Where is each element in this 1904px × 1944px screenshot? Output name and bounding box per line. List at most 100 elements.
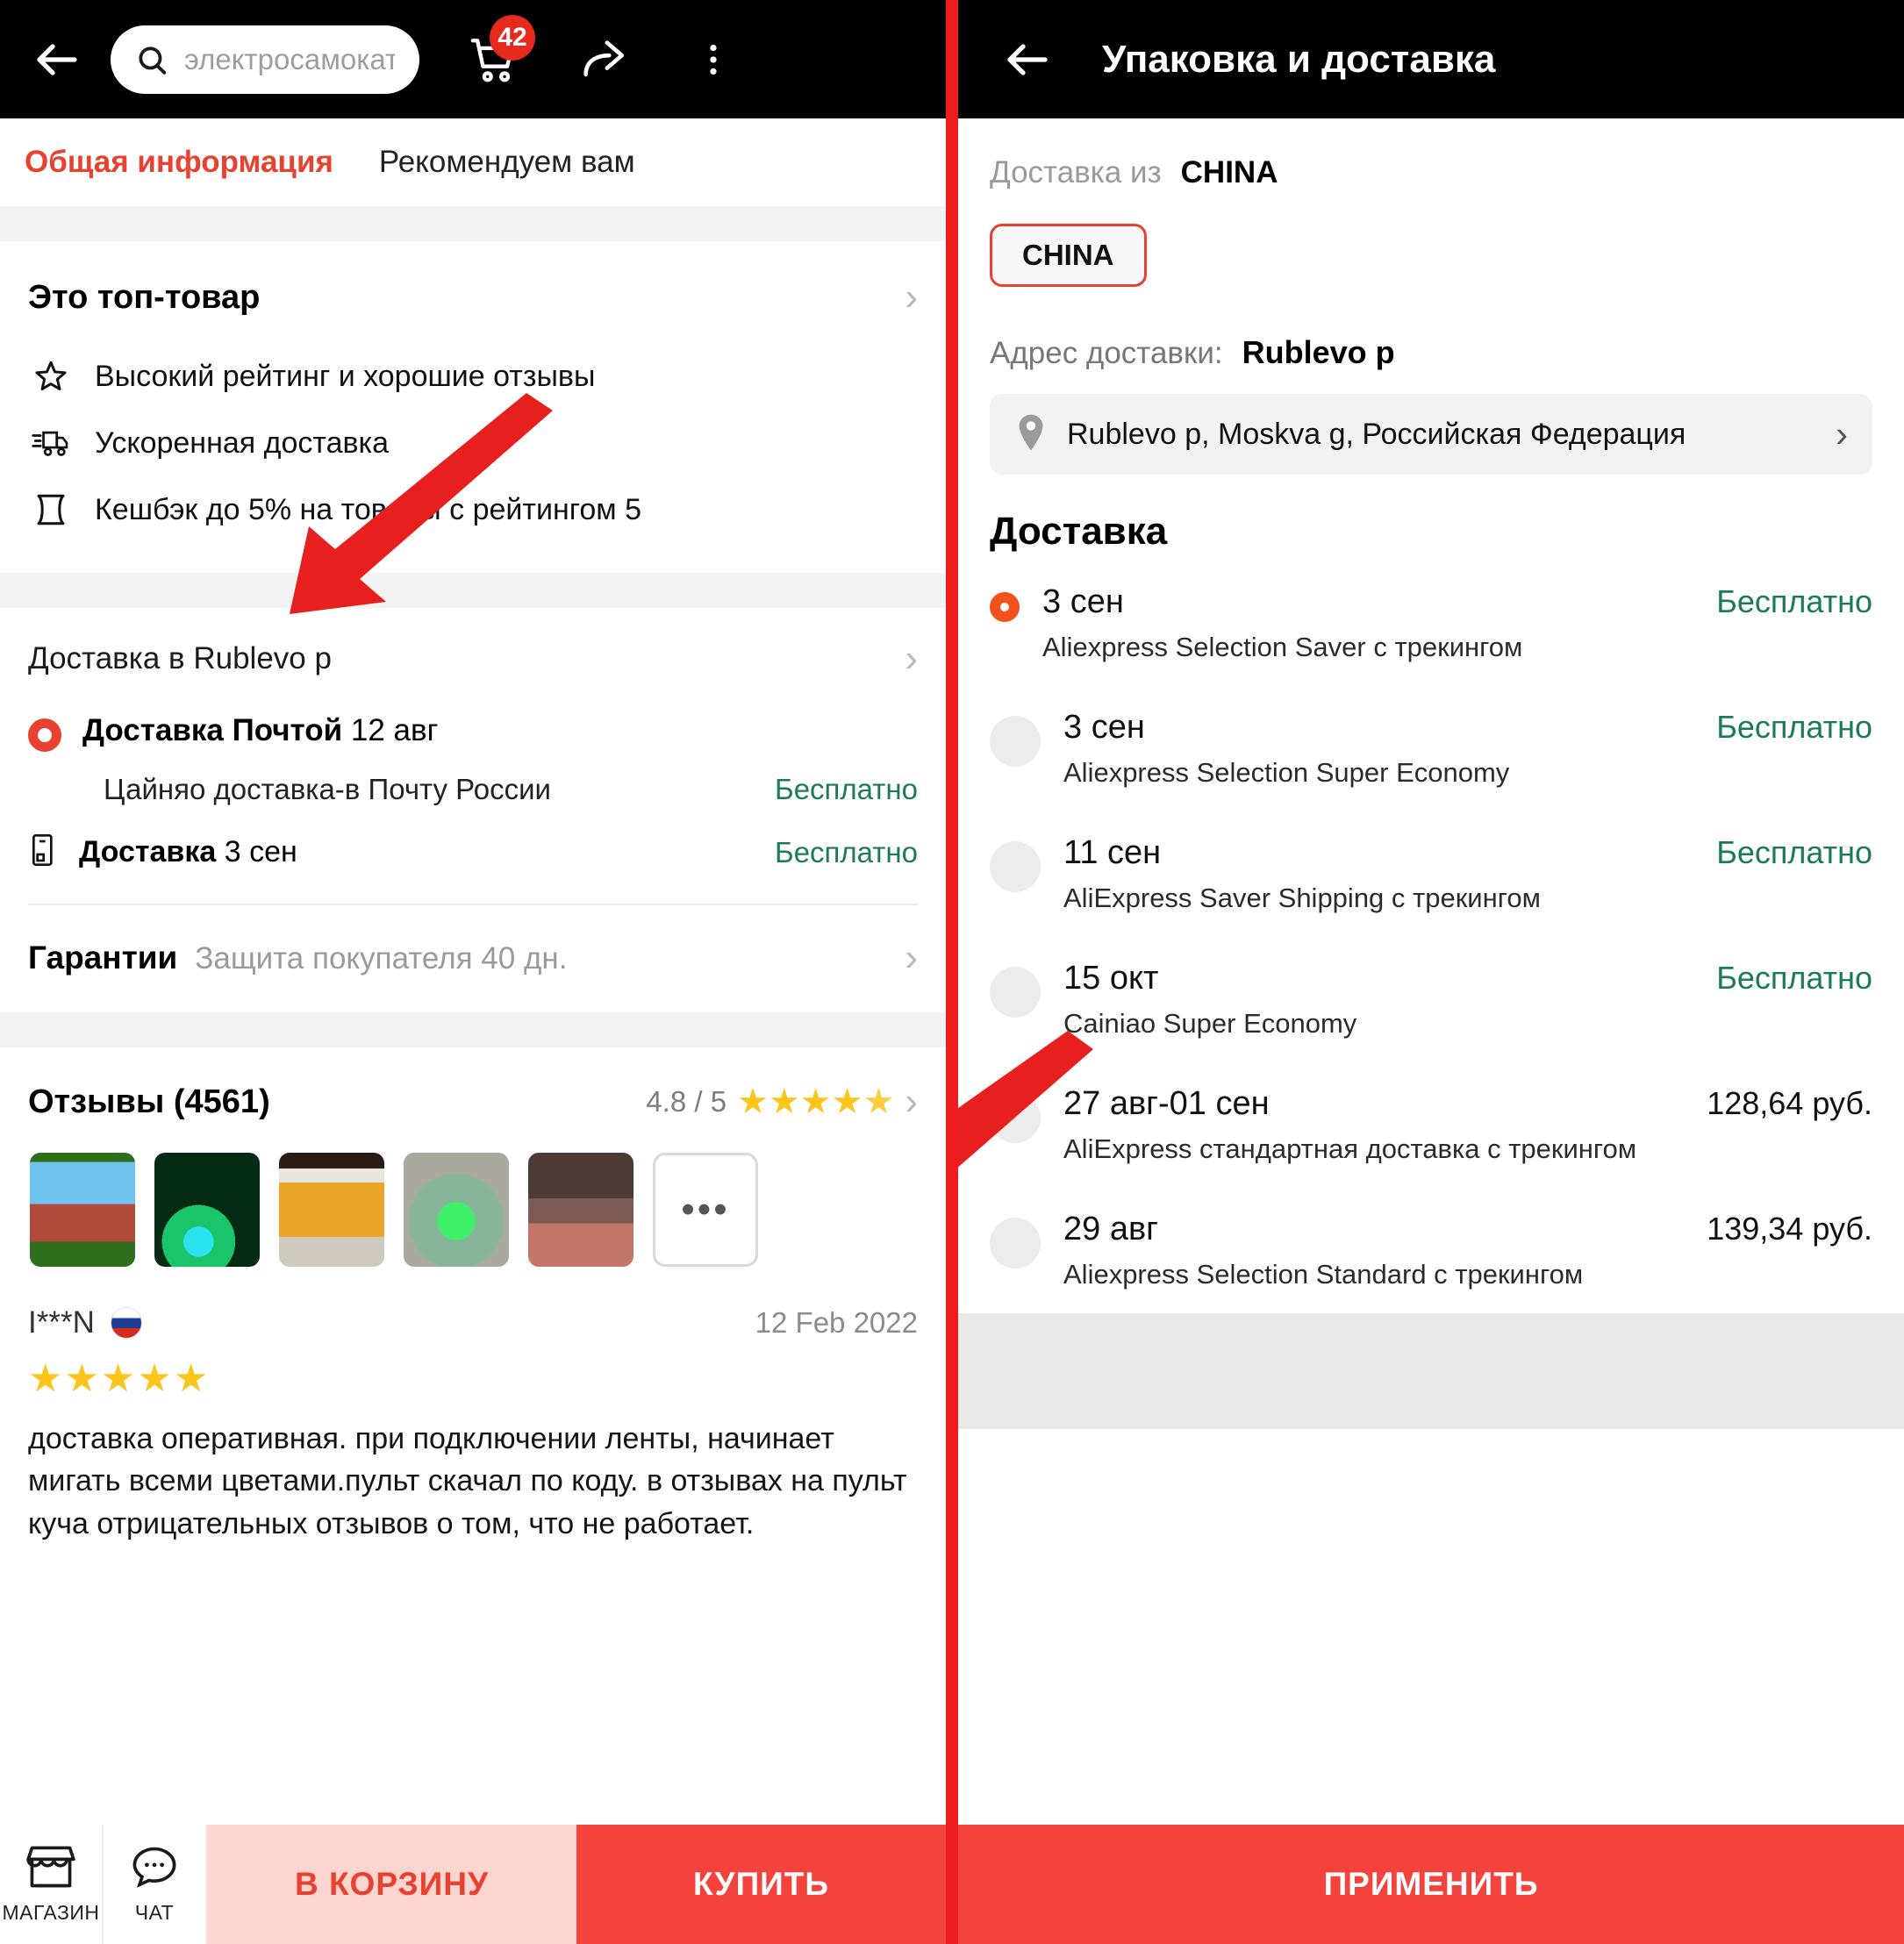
package-icon: [28, 833, 60, 872]
shipping-option-name: Aliexpress Selection Saver с трекингом: [1042, 632, 1523, 662]
shipping-option-name: Aliexpress Selection Super Economy: [1063, 757, 1510, 788]
cashback-icon: [32, 490, 70, 529]
delivery-header[interactable]: Доставка в Rublevo p ›: [28, 608, 918, 701]
star-icon: ★: [768, 1083, 800, 1121]
reviewer-row: I***N 12 Feb 2022: [28, 1297, 918, 1340]
delivery-option-name: Доставка Почтой: [82, 713, 343, 747]
shipping-option-price: Бесплатно: [1716, 834, 1872, 870]
review-thumbnail[interactable]: [30, 1153, 135, 1267]
radio-unselected-icon[interactable]: [990, 1092, 1041, 1143]
section-separator: [0, 1012, 946, 1047]
review-thumbnails: •••: [28, 1147, 918, 1297]
search-input[interactable]: электросамокат вз...: [111, 25, 419, 94]
search-icon: [135, 43, 168, 76]
shipping-option-price: Бесплатно: [1716, 709, 1872, 745]
top-product-header[interactable]: Это топ-товар ›: [28, 241, 918, 343]
shipping-option[interactable]: 3 сен Бесплатно Aliexpress Selection Sup…: [990, 686, 1872, 811]
reviews-section: Отзывы (4561) 4.8 / 5 ★ ★ ★ ★ ★ › ••• I*…: [0, 1047, 946, 1566]
review-thumbnail[interactable]: [528, 1153, 633, 1267]
delivery-option-date: 12 авг: [350, 713, 439, 747]
screenshot-root: электросамокат вз... 42 Общая информация…: [0, 0, 1904, 1944]
shipping-option-name: Aliexpress Selection Standard с трекинго…: [1063, 1259, 1584, 1290]
star-icon: ★: [100, 1357, 136, 1400]
ship-from-value: CHINA: [1180, 155, 1278, 189]
tab-recommended[interactable]: Рекомендуем вам: [379, 145, 635, 180]
add-to-cart-button[interactable]: В КОРЗИНУ: [207, 1825, 576, 1944]
share-icon[interactable]: [567, 24, 639, 96]
reviews-title: Отзывы (4561): [28, 1083, 270, 1120]
delivery-carrier-name: Цайняо доставка-в Почту России: [104, 773, 551, 805]
apply-button[interactable]: ПРИМЕНИТЬ: [958, 1825, 1904, 1944]
shipping-option-date: 15 окт: [1063, 960, 1159, 997]
star-icon: ★: [64, 1357, 99, 1400]
chevron-right-icon: ›: [905, 637, 918, 680]
address-selector[interactable]: Rublevo p, Moskva g, Российская Федераци…: [990, 394, 1872, 475]
radio-unselected-icon[interactable]: [990, 841, 1041, 892]
star-half-icon: ★: [863, 1083, 895, 1121]
radio-unselected-icon[interactable]: [990, 1218, 1041, 1269]
shipping-option[interactable]: 3 сен Бесплатно Aliexpress Selection Sav…: [990, 561, 1872, 686]
review-stars: ★ ★ ★ ★ ★: [28, 1340, 918, 1418]
shipping-option[interactable]: 15 окт Бесплатно Cainiao Super Economy: [990, 937, 1872, 1062]
feature-fast-delivery: Ускоренная доставка: [28, 410, 918, 476]
chat-button[interactable]: ЧАТ: [104, 1825, 207, 1944]
right-body: Доставка из CHINA CHINA Адрес доставки: …: [958, 118, 1904, 1313]
fast-truck-icon: [32, 424, 70, 462]
shipping-option[interactable]: 11 сен Бесплатно AliExpress Saver Shippi…: [990, 811, 1872, 937]
radio-unselected-icon[interactable]: [990, 716, 1041, 767]
more-vertical-icon[interactable]: [677, 24, 749, 96]
delivery-option-selected[interactable]: Доставка Почтой 12 авг: [28, 701, 918, 757]
feature-label: Кешбэк до 5% на товары с рейтингом 5: [95, 492, 642, 526]
radio-selected-icon[interactable]: [28, 718, 61, 752]
shipping-option[interactable]: 29 авг 139,34 руб. Aliexpress Selection …: [990, 1188, 1872, 1313]
shipping-option-date: 27 авг-01 сен: [1063, 1085, 1270, 1122]
top-product-section: Это топ-товар › Высокий рейтинг и хороши…: [0, 241, 946, 573]
reviews-header[interactable]: Отзывы (4561) 4.8 / 5 ★ ★ ★ ★ ★ ›: [28, 1047, 918, 1147]
shipping-option-price: 128,64 руб.: [1707, 1085, 1872, 1121]
shipping-price: Бесплатно: [775, 835, 918, 868]
radio-selected-icon[interactable]: [990, 592, 1020, 622]
star-icon: ★: [737, 1083, 769, 1121]
feature-cashback: Кешбэк до 5% на товары с рейтингом 5: [28, 476, 918, 543]
cart-icon[interactable]: 42: [458, 14, 535, 96]
shop-button[interactable]: МАГАЗИН: [0, 1825, 104, 1944]
shipping-option-name: AliExpress стандартная доставка с трекин…: [1063, 1133, 1637, 1164]
russia-flag-icon: [110, 1307, 142, 1339]
shipping-option-name: AliExpress Saver Shipping с трекингом: [1063, 883, 1541, 913]
shipping-option[interactable]: 27 авг-01 сен 128,64 руб. AliExpress ста…: [990, 1062, 1872, 1188]
shipping-row: Доставка 3 сен Бесплатно: [28, 822, 918, 898]
panel-divider: [946, 0, 958, 1944]
chevron-right-icon: ›: [1836, 413, 1848, 454]
feature-label: Ускоренная доставка: [95, 425, 390, 460]
shipping-option-date: 29 авг: [1063, 1211, 1159, 1247]
tab-bar: Общая информация Рекомендуем вам: [0, 118, 946, 206]
review-thumbnail[interactable]: [154, 1153, 260, 1267]
feature-label: Высокий рейтинг и хорошие отзывы: [95, 359, 596, 393]
address-value: Rublevo p: [1242, 334, 1395, 370]
shipping-option-price: Бесплатно: [1716, 960, 1872, 996]
reviewer-name: I***N: [28, 1305, 95, 1340]
delivery-carrier-price: Бесплатно: [775, 773, 918, 805]
chevron-right-icon: ›: [905, 275, 918, 318]
buy-button[interactable]: КУПИТЬ: [576, 1825, 946, 1944]
shipping-option-price: Бесплатно: [1716, 583, 1872, 619]
star-icon: ★: [28, 1357, 63, 1400]
tab-general-info[interactable]: Общая информация: [25, 145, 333, 180]
star-icon: ★: [799, 1083, 832, 1121]
radio-unselected-icon[interactable]: [990, 967, 1041, 1018]
review-thumbnail[interactable]: [404, 1153, 509, 1267]
guarantees-row[interactable]: Гарантии Защита покупателя 40 дн. ›: [28, 905, 918, 1012]
back-arrow-icon[interactable]: [23, 25, 91, 94]
location-pin-icon: [1014, 413, 1048, 456]
address-full: Rublevo p, Moskva g, Российская Федераци…: [1067, 417, 1686, 451]
review-thumbnail[interactable]: [279, 1153, 384, 1267]
star-icon: ★: [173, 1357, 209, 1400]
back-arrow-icon[interactable]: [993, 25, 1062, 94]
address-row: Адрес доставки: Rublevo p: [990, 287, 1872, 371]
guarantees-subtitle: Защита покупателя 40 дн.: [195, 941, 568, 976]
bottom-filler: [958, 1313, 1904, 1429]
more-thumbnails-button[interactable]: •••: [653, 1153, 758, 1267]
chat-icon: [130, 1844, 179, 1894]
country-chip-china[interactable]: CHINA: [990, 224, 1147, 287]
shop-label: МАГАЗИН: [2, 1901, 100, 1924]
